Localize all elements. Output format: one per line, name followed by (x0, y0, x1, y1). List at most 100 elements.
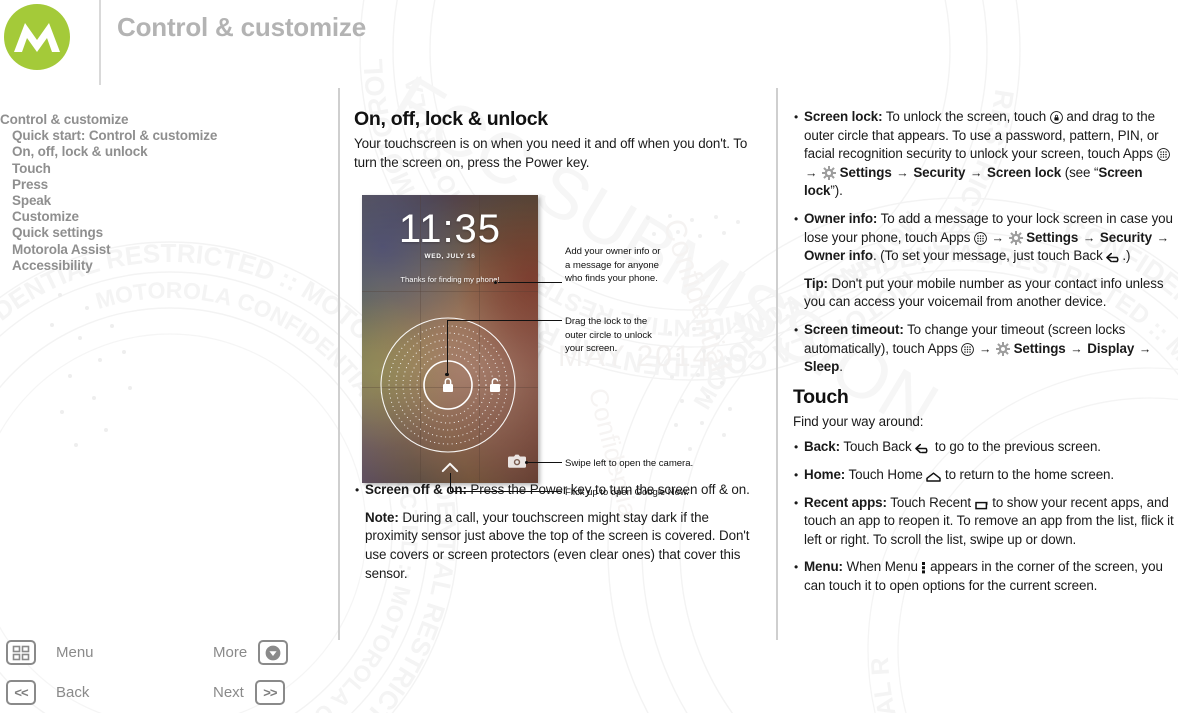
apps-icon (974, 231, 987, 245)
intro-paragraph: Your touchscreen is on when you need it … (354, 136, 748, 170)
arrow-separator-icon: → (1138, 341, 1152, 356)
more-button[interactable]: More (213, 640, 289, 665)
inline-text: To unlock the screen, touch (882, 109, 1050, 124)
emphasis-text: Security (1096, 229, 1156, 245)
recent-apps-icon (974, 500, 989, 510)
back-button[interactable]: << Back (6, 680, 89, 705)
toc-item-9[interactable]: Accessibility (0, 258, 330, 274)
arrow-separator-icon: → (896, 165, 909, 180)
emphasis-text: Settings (1022, 229, 1079, 245)
inline-text: Touch Recent (886, 494, 975, 510)
back-arrow-icon (915, 443, 931, 454)
table-of-contents: Control & customize Quick start: Control … (0, 112, 330, 274)
inline-text: Touch Home (845, 466, 927, 482)
toc-item-8[interactable]: Motorola Assist (0, 242, 330, 258)
arrow-separator-icon: → (805, 165, 818, 180)
emphasis-text: Owner info (804, 248, 873, 264)
inline-text: .) (1122, 248, 1131, 264)
toc-item-3[interactable]: Touch (0, 161, 330, 177)
back-arrow-icon (1106, 252, 1122, 263)
note-paragraph: Note: During a call, your touchscreen mi… (354, 509, 758, 583)
next-button-label: Next (213, 684, 244, 701)
owner-info-callout: Add your owner info or a message for anyo… (565, 246, 661, 285)
bullet-term: Back: (804, 439, 840, 455)
inline-text: to go to the previous screen. (931, 439, 1101, 455)
tip-text: Don't put your mobile number as your con… (804, 275, 1164, 310)
arrow-separator-icon: → (991, 230, 1005, 245)
list-item-recent-apps: Recent apps: Touch Recent to show your r… (793, 494, 1178, 550)
double-chevron-left-icon: << (6, 680, 36, 705)
motorola-logo-icon (4, 4, 70, 70)
watermark-dot-cluster-left (50, 293, 132, 447)
arrow-separator-icon: → (970, 165, 983, 180)
inline-text: When Menu (842, 559, 922, 575)
toc-item-5[interactable]: Speak (0, 193, 330, 209)
touch-intro: Find your way around: (793, 413, 924, 429)
drag-lock-leader-dot (445, 373, 449, 377)
arrow-separator-icon: → (978, 341, 992, 356)
note-term: Note: (365, 509, 399, 525)
list-item-screen-lock: Screen lock: To unlock the screen, touch… (793, 108, 1178, 201)
inline-text: (see “ (1061, 164, 1099, 180)
bullet-term: Menu: (804, 559, 843, 575)
touch-bullet-list: Back: Touch Back to go to the previous s… (793, 438, 1178, 595)
grid-icon (6, 640, 36, 665)
drag-lock-callout: Drag the lock to the outer circle to unlo… (565, 316, 652, 355)
next-button[interactable]: Next >> (213, 680, 285, 705)
page-title: Control & customize (117, 12, 366, 42)
bullet-body: Touch Back to go to the previous screen. (840, 439, 1101, 454)
tip-term: Tip: (804, 275, 828, 291)
toc-item-0[interactable]: Control & customize (0, 112, 330, 128)
right-bullet-list-top: Screen lock: To unlock the screen, touch… (793, 108, 1178, 266)
list-item-owner-info: Owner info: To add a message to your loc… (793, 210, 1178, 266)
section-heading-on-off-lock-unlock: On, off, lock & unlock (354, 108, 548, 130)
bullet-term: Home: (804, 466, 846, 482)
menu-button[interactable]: Menu (6, 640, 94, 665)
emphasis-text: Screen lock (983, 164, 1062, 180)
inline-text: . (839, 359, 843, 375)
back-button-label: Back (56, 684, 90, 701)
arrow-separator-icon: → (1082, 230, 1096, 245)
bullet-term: Screen timeout: (804, 321, 904, 337)
drag-lock-leader-line (447, 320, 562, 322)
bullet-term: Recent apps: (804, 494, 887, 510)
chevron-down-circle-icon (258, 640, 289, 665)
emphasis-text: Display (1083, 340, 1135, 356)
toc-item-2[interactable]: On, off, lock & unlock (0, 144, 330, 160)
owner-info-leader-dot (494, 281, 498, 285)
google-now-leader-line (450, 491, 562, 493)
arrow-separator-icon: → (1070, 341, 1083, 356)
section-heading-touch: Touch (793, 385, 849, 408)
tip-paragraph: Tip: Don't put your mobile number as you… (793, 275, 1178, 312)
list-item-menu: Menu: When Menu appears in the corner of… (793, 558, 1178, 595)
camera-callout: Swipe left to open the camera. (565, 458, 694, 469)
list-item-home: Home: Touch Home to return to the home s… (793, 466, 1178, 485)
apps-icon (1156, 148, 1170, 162)
emphasis-text: Settings (836, 164, 896, 180)
menu-button-label: Menu (56, 644, 94, 661)
gear-icon (995, 341, 1010, 356)
owner-info-leader-line (498, 282, 562, 284)
toc-item-1[interactable]: Quick start: Control & customize (0, 128, 330, 144)
column-divider-left (338, 88, 340, 640)
home-icon (926, 472, 942, 482)
inline-text: . (To set your message, just touch Back (872, 248, 1107, 264)
toc-item-7[interactable]: Quick settings (0, 225, 330, 241)
gear-icon (1008, 230, 1023, 245)
toc-item-4[interactable]: Press (0, 177, 330, 193)
camera-leader-line (528, 462, 562, 464)
google-now-leader-vertical (450, 473, 452, 492)
inline-text: to return to the home screen. (941, 466, 1115, 482)
emphasis-text: Sleep (804, 359, 840, 375)
bullet-body: Touch Home to return to the home screen. (845, 466, 1115, 482)
bullet-term: Screen lock: (804, 109, 883, 124)
toc-item-6[interactable]: Customize (0, 209, 330, 225)
double-chevron-right-icon: >> (254, 680, 285, 705)
bullet-body: When Menu appears in the corner of the s… (804, 559, 1163, 593)
google-now-callout: Flick up to open Google Now. (565, 487, 689, 498)
inline-text: ”). (830, 183, 843, 199)
lock-circle-icon (1049, 111, 1063, 124)
column-divider-right (776, 88, 778, 640)
emphasis-text: Settings (1009, 340, 1070, 356)
inline-text: Touch Back (839, 439, 916, 455)
